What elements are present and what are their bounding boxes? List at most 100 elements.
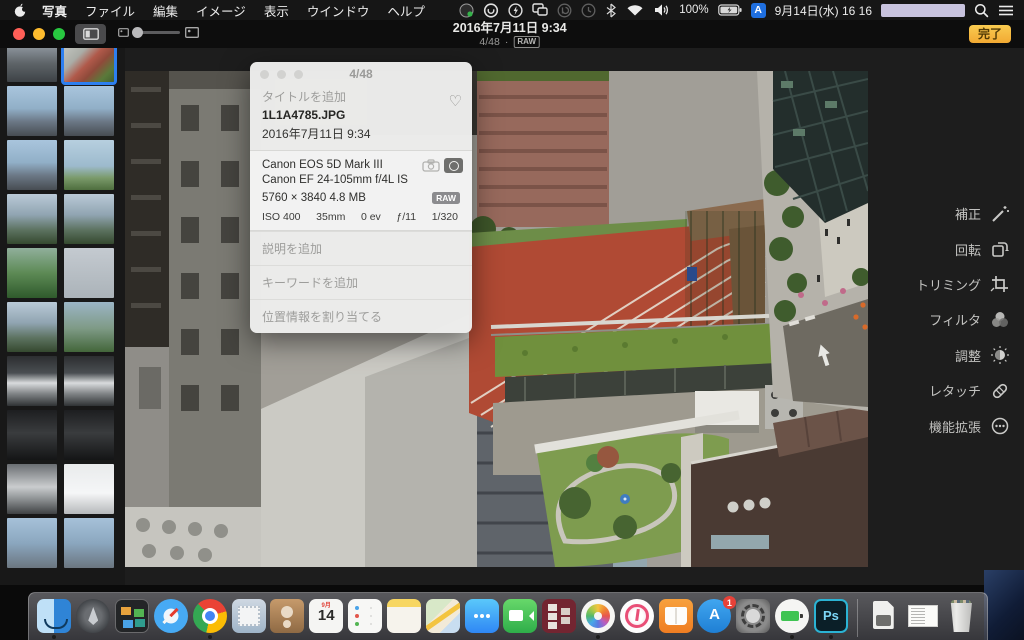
thumbnail-1[interactable]: [7, 48, 57, 82]
maps-icon: [425, 599, 460, 633]
close-window-button[interactable]: [13, 28, 25, 40]
dock-item-launchpad[interactable]: [74, 594, 113, 640]
dock-item-notes[interactable]: [384, 594, 423, 640]
dock-item-contacts[interactable]: [268, 594, 307, 640]
input-source-icon[interactable]: A: [750, 2, 766, 18]
tool-wand[interactable]: 補正: [868, 196, 1018, 231]
exif-iso: ISO 400: [262, 211, 301, 223]
zoom-slider-track[interactable]: [132, 27, 180, 38]
thumbnail-3[interactable]: [7, 86, 57, 136]
dock-item-system-preferences[interactable]: [734, 594, 773, 640]
apple-menu-icon[interactable]: [14, 3, 27, 18]
tool-label: 補正: [954, 207, 981, 223]
tool-label: 回転: [954, 242, 981, 258]
user-name-redacted: [881, 3, 965, 17]
docker-status-icon[interactable]: [557, 3, 572, 18]
creative-cloud-icon[interactable]: [483, 2, 499, 18]
thumbnail-20[interactable]: [64, 518, 114, 568]
zoom-slider-knob[interactable]: [132, 27, 143, 38]
dock-item-documents[interactable]: [864, 594, 903, 640]
thumbnail-14[interactable]: [64, 356, 114, 406]
add-title-field[interactable]: タイトルを追加: [262, 88, 460, 105]
tool-retouch[interactable]: レタッチ: [868, 373, 1018, 408]
dock-item-ibooks[interactable]: [656, 594, 695, 640]
menu-view[interactable]: 表示: [255, 0, 298, 20]
thumbnail-17[interactable]: [7, 464, 57, 514]
mail-icon: [231, 599, 266, 633]
displays-icon[interactable]: [532, 3, 548, 18]
menu-image[interactable]: イメージ: [187, 0, 255, 20]
fullscreen-window-button[interactable]: [53, 28, 65, 40]
dock-item-reminders[interactable]: [346, 594, 385, 640]
add-description-field[interactable]: 説明を追加: [250, 231, 472, 265]
dock-item-chrome[interactable]: [190, 594, 229, 640]
dock-item-itunes[interactable]: [617, 594, 656, 640]
thumbnail-16[interactable]: [64, 410, 114, 460]
notification-center-icon[interactable]: [998, 3, 1014, 18]
add-keywords-field[interactable]: キーワードを追加: [250, 265, 472, 299]
main-photo[interactable]: [125, 71, 868, 567]
battery-icon[interactable]: [717, 3, 742, 18]
dock-item-mission-control[interactable]: [113, 594, 152, 640]
dock-item-mail[interactable]: [229, 594, 268, 640]
assign-location-field[interactable]: 位置情報を割り当てる: [250, 299, 472, 333]
zoom-slider[interactable]: [118, 27, 199, 38]
dock-item-battery-utility[interactable]: [773, 594, 812, 640]
thumbnail-10[interactable]: [64, 248, 114, 298]
dock-item-trash[interactable]: [942, 594, 981, 640]
lens-model: Canon EF 24-105mm f/4L IS: [262, 174, 408, 186]
dock-item-finder[interactable]: [35, 594, 74, 640]
done-button[interactable]: 完了: [968, 25, 1011, 43]
time-machine-icon[interactable]: [581, 3, 596, 18]
dock-item-calendar[interactable]: 9月 14: [307, 594, 346, 640]
tool-extensions[interactable]: 機能拡張: [868, 408, 1018, 443]
menu-help[interactable]: ヘルプ: [378, 0, 434, 20]
bluetooth-icon[interactable]: [605, 3, 617, 18]
reminders-icon: [348, 599, 383, 633]
flash-utility-icon[interactable]: [508, 2, 523, 18]
thumbnail-13[interactable]: [7, 356, 57, 406]
thumbnail-8[interactable]: [64, 194, 114, 244]
volume-icon[interactable]: [653, 3, 670, 18]
dock-item-messages[interactable]: [462, 594, 501, 640]
spotlight-search-icon[interactable]: [974, 3, 989, 18]
retouch-icon: [990, 381, 1010, 401]
tool-rotate[interactable]: 回転: [868, 231, 1018, 266]
dock-item-facetime[interactable]: [501, 594, 540, 640]
sync-status-icon[interactable]: [459, 3, 474, 18]
thumbnail-15[interactable]: [7, 410, 57, 460]
running-indicator: [596, 635, 600, 639]
thumbnail-18[interactable]: [64, 464, 114, 514]
minimize-window-button[interactable]: [33, 28, 45, 40]
menubar-clock[interactable]: 9月14日(水) 16 16: [775, 2, 872, 19]
dock-item-text-file[interactable]: [903, 594, 942, 640]
messages-icon: [464, 599, 499, 633]
thumbnail-browser-toggle[interactable]: [75, 24, 106, 44]
dock-item-maps[interactable]: [423, 594, 462, 640]
tool-crop[interactable]: トリミング: [868, 267, 1018, 302]
thumbnail-11[interactable]: [7, 302, 57, 352]
thumbnail-4[interactable]: [64, 86, 114, 136]
menu-photos[interactable]: 写真: [33, 0, 76, 20]
thumbnail-9[interactable]: [7, 248, 57, 298]
tool-adjust[interactable]: 調整: [868, 338, 1018, 373]
menu-edit[interactable]: 編集: [144, 0, 187, 20]
dock-item-photo-booth[interactable]: [540, 594, 579, 640]
menu-window[interactable]: ウインドウ: [298, 0, 379, 20]
thumbnail-2-selected[interactable]: [61, 48, 117, 85]
thumbnail-19[interactable]: [7, 518, 57, 568]
dock-item-safari[interactable]: [151, 594, 190, 640]
photos-content-area: 補正 回転 トリミング フィルタ 調整 レタッチ 機能拡張 4/48 タイトルを追加 1L1…: [0, 48, 1024, 585]
thumbnail-12[interactable]: [64, 302, 114, 352]
tool-filters[interactable]: フィルタ: [868, 302, 1018, 337]
thumbnail-6[interactable]: [64, 140, 114, 190]
dock-item-app-store[interactable]: 1A: [695, 594, 736, 640]
dock-item-photos[interactable]: [579, 594, 618, 640]
appstore-badge: 1: [722, 596, 736, 609]
menu-file[interactable]: ファイル: [76, 0, 144, 20]
favorite-heart-icon[interactable]: ♡: [449, 92, 462, 110]
thumbnail-7[interactable]: [7, 194, 57, 244]
thumbnail-5[interactable]: [7, 140, 57, 190]
dock-item-photoshop[interactable]: Ps: [812, 594, 851, 640]
wifi-icon[interactable]: [626, 3, 644, 18]
